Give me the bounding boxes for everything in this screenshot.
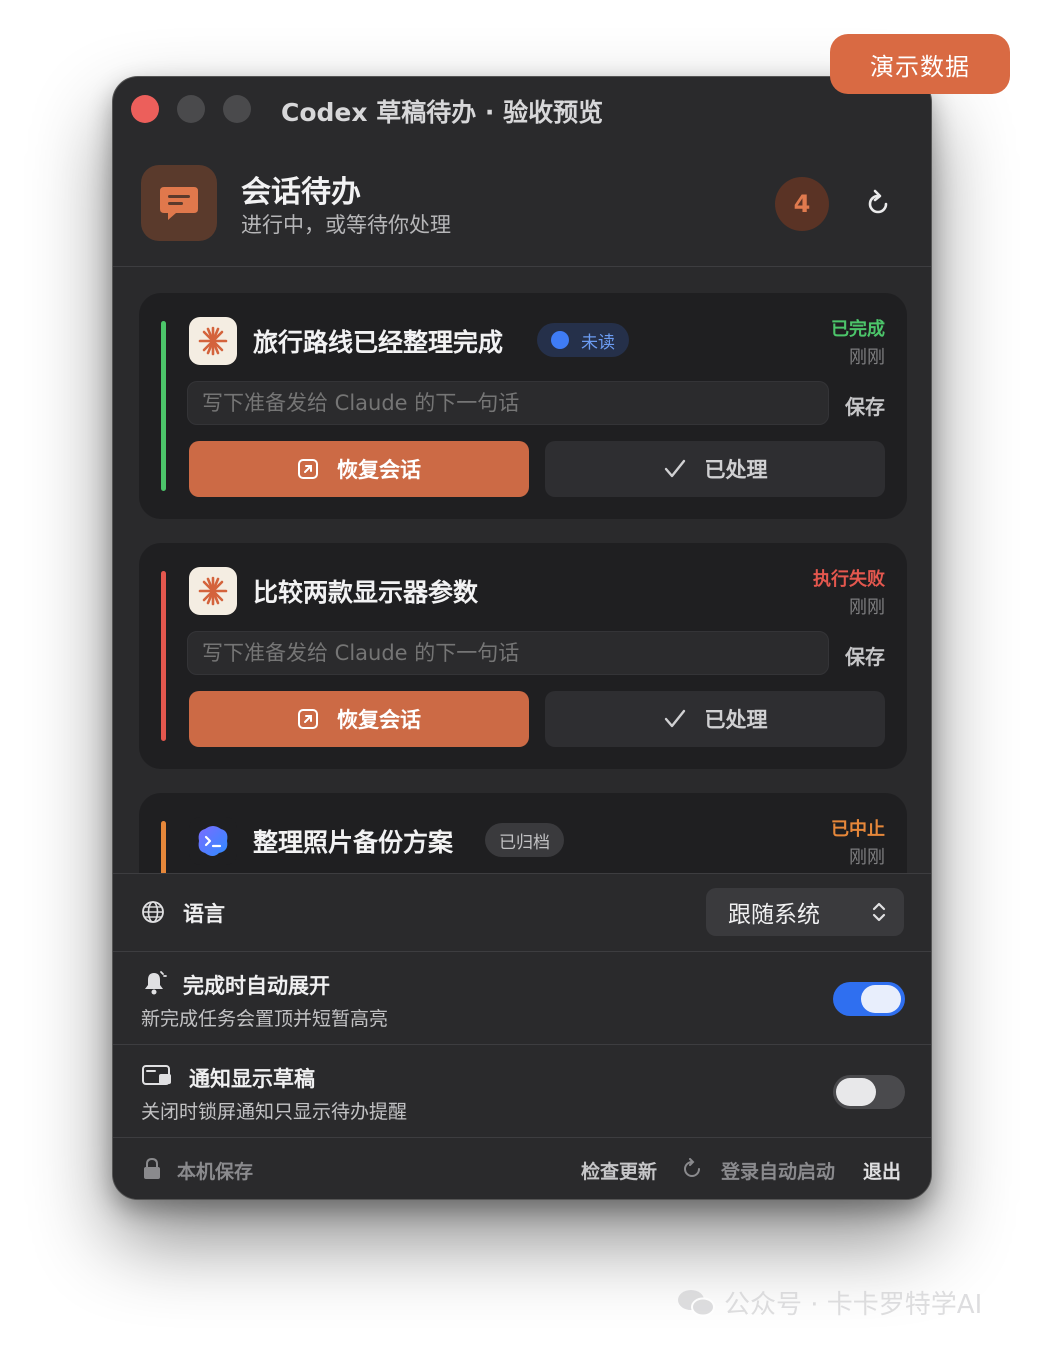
toggle-knob xyxy=(861,985,901,1013)
notification-preview-icon xyxy=(141,1063,173,1091)
unread-dot-icon xyxy=(551,331,569,349)
language-label: 语言 xyxy=(183,902,225,926)
status-label: 执行失败 xyxy=(813,569,885,590)
launch-at-login-button[interactable]: 登录自动启动 xyxy=(721,1157,835,1184)
status-label: 已完成 xyxy=(831,319,885,340)
title-bar: Codex 草稿待办 · 验收预览 xyxy=(113,77,931,145)
lock-icon xyxy=(143,1157,161,1184)
timestamp: 刚刚 xyxy=(849,347,885,368)
status-stripe xyxy=(161,821,166,873)
panel-header: 会话待办 进行中，或等待你处理 4 xyxy=(113,145,931,267)
timestamp: 刚刚 xyxy=(849,847,885,868)
mark-done-button[interactable]: 已处理 xyxy=(545,691,885,747)
local-storage-label: 本机保存 xyxy=(177,1161,254,1183)
session-list: 旅行路线已经整理完成 未读 已完成 刚刚 保存 恢复会话 xyxy=(113,268,931,873)
unread-tag-label: 未读 xyxy=(581,332,615,353)
settings-panel: 语言 跟随系统 完成时自动展开 新完成任务会置顶并短暂高亮 通知显示草稿 关闭时… xyxy=(113,873,931,1199)
globe-icon xyxy=(141,900,165,928)
window-title: Codex 草稿待办 · 验收预览 xyxy=(281,98,604,127)
resume-session-button[interactable]: 恢复会话 xyxy=(189,691,529,747)
stage: 演示数据 Codex 草稿待办 · 验收预览 会话待办 进行中，或等待你处理 4 xyxy=(0,0,1044,1348)
resume-session-label: 恢复会话 xyxy=(337,458,421,482)
language-select-value: 跟随系统 xyxy=(728,902,820,928)
checkmark-icon xyxy=(664,459,685,478)
draft-input[interactable] xyxy=(187,381,829,425)
codex-terminal-icon xyxy=(189,817,237,865)
status-stripe xyxy=(161,321,166,491)
watermark-text: 公众号 · 卡卡罗特学AI xyxy=(724,1290,983,1320)
refresh-icon xyxy=(868,189,888,214)
session-card: 比较两款显示器参数 执行失败 刚刚 保存 恢复会话 已处理 xyxy=(139,543,907,769)
open-external-icon xyxy=(298,459,318,479)
save-button[interactable]: 保存 xyxy=(845,391,885,420)
bell-icon xyxy=(141,970,167,1000)
chevron-up-down-icon xyxy=(872,902,886,922)
session-card: 旅行路线已经整理完成 未读 已完成 刚刚 保存 恢复会话 xyxy=(139,293,907,519)
auto-expand-toggle[interactable] xyxy=(833,982,905,1016)
claude-icon xyxy=(189,317,237,365)
show-draft-description: 关闭时锁屏通知只显示待办提醒 xyxy=(141,1101,408,1123)
pending-count-badge: 4 xyxy=(775,177,829,231)
status-label: 已中止 xyxy=(831,819,885,840)
zoom-window-button[interactable] xyxy=(223,95,251,123)
toggle-knob xyxy=(836,1078,876,1106)
timestamp: 刚刚 xyxy=(849,597,885,618)
resume-session-label: 恢复会话 xyxy=(337,708,421,732)
unread-tag: 未读 xyxy=(537,323,629,357)
draft-input[interactable] xyxy=(187,631,829,675)
chat-bubble-icon xyxy=(141,165,217,241)
checkmark-icon xyxy=(664,709,685,728)
show-draft-label: 通知显示草稿 xyxy=(189,1067,315,1091)
auto-expand-description: 新完成任务会置顶并短暂高亮 xyxy=(141,1008,389,1030)
watermark: 公众号 · 卡卡罗特学AI xyxy=(676,1284,982,1321)
footer-bar: 本机保存 检查更新 登录自动启动 退出 xyxy=(113,1138,931,1199)
auto-expand-label: 完成时自动展开 xyxy=(183,974,330,998)
show-draft-toggle[interactable] xyxy=(833,1075,905,1109)
save-button[interactable]: 保存 xyxy=(845,641,885,670)
language-row: 语言 跟随系统 xyxy=(113,874,931,952)
page-subtitle: 进行中，或等待你处理 xyxy=(241,213,451,237)
close-window-button[interactable] xyxy=(131,95,159,123)
quit-button[interactable]: 退出 xyxy=(863,1157,901,1184)
show-draft-row: 通知显示草稿 关闭时锁屏通知只显示待办提醒 xyxy=(113,1045,931,1138)
session-title: 旅行路线已经整理完成 xyxy=(253,328,504,357)
claude-icon xyxy=(189,567,237,615)
resume-session-button[interactable]: 恢复会话 xyxy=(189,441,529,497)
session-card: 整理照片备份方案 已归档 已中止 刚刚 xyxy=(139,793,907,873)
session-title: 整理照片备份方案 xyxy=(253,828,454,857)
open-external-icon xyxy=(298,709,318,729)
mark-done-label: 已处理 xyxy=(704,458,768,482)
minimize-window-button[interactable] xyxy=(177,95,205,123)
refresh-button[interactable] xyxy=(857,183,899,225)
session-title: 比较两款显示器参数 xyxy=(253,578,479,607)
archived-tag: 已归档 xyxy=(485,823,564,857)
language-select[interactable]: 跟随系统 xyxy=(706,888,904,936)
app-window: Codex 草稿待办 · 验收预览 会话待办 进行中，或等待你处理 4 旅行路线… xyxy=(112,76,932,1200)
mark-done-button[interactable]: 已处理 xyxy=(545,441,885,497)
mark-done-label: 已处理 xyxy=(704,708,768,732)
loading-spinner-icon xyxy=(681,1158,703,1184)
page-title: 会话待办 xyxy=(241,175,361,210)
auto-expand-row: 完成时自动展开 新完成任务会置顶并短暂高亮 xyxy=(113,952,931,1045)
demo-data-badge: 演示数据 xyxy=(830,34,1010,94)
status-stripe xyxy=(161,571,166,741)
check-update-button[interactable]: 检查更新 xyxy=(581,1157,657,1184)
wechat-icon xyxy=(678,1289,715,1316)
